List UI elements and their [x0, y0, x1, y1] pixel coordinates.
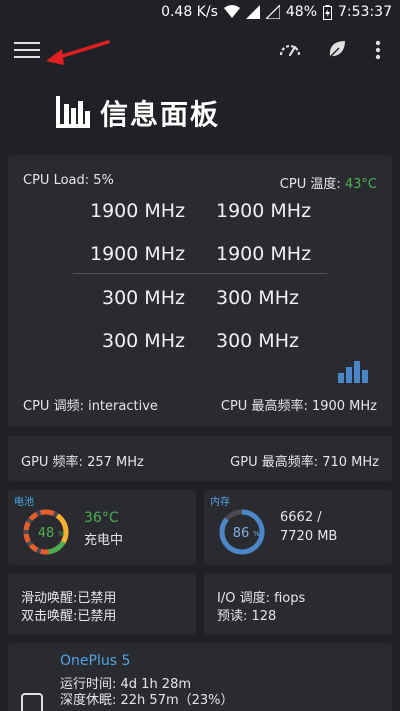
device-name: OnePlus 5 — [60, 653, 131, 669]
memory-used: 6662 / — [280, 510, 322, 525]
device-card[interactable]: OnePlus 5 运行时间: 4d 1h 28m 深度休眠: 22h 57m（… — [8, 643, 392, 711]
battery-percent: 48% — [285, 4, 318, 20]
memory-total: 7720 MB — [280, 529, 338, 544]
cpu-temperature-value: 43°C — [344, 177, 377, 192]
svg-text:%: % — [58, 530, 65, 538]
battery-ring: 48 % — [23, 509, 69, 555]
core-freq: 300 MHz — [216, 287, 299, 309]
battery-card[interactable]: 电池 48 % 36°C 充电中 — [8, 490, 196, 565]
core-freq: 300 MHz — [102, 287, 185, 309]
status-bar: 0.48 K/s 48% 7:53:37 — [0, 0, 400, 24]
gpu-max-frequency: GPU 最高频率: 710 MHz — [230, 455, 379, 470]
battery-temperature: 36°C — [84, 510, 119, 526]
wifi-icon — [223, 5, 240, 19]
io-scheduler: I/O 调度: fiops — [217, 591, 306, 606]
battery-percent-text: 48 — [38, 526, 55, 541]
core-freq: 300 MHz — [102, 330, 185, 352]
core-freq: 1900 MHz — [90, 243, 186, 265]
bar-chart-icon[interactable] — [338, 361, 370, 383]
phone-icon — [21, 693, 43, 711]
battery-charging-icon — [323, 4, 333, 20]
more-vert-icon[interactable] — [368, 38, 388, 62]
signal2-icon — [265, 5, 280, 19]
cpu-max-frequency: CPU 最高频率: 1900 MHz — [220, 399, 377, 414]
speedometer-icon[interactable] — [278, 38, 302, 62]
signal-icon — [245, 5, 260, 19]
core-freq: 1900 MHz — [216, 200, 312, 222]
gpu-frequency: GPU 频率: 257 MHz — [21, 455, 144, 470]
core-freq: 1900 MHz — [90, 200, 186, 222]
page-header: 信息面板 — [0, 80, 400, 148]
core-freq: 300 MHz — [216, 330, 299, 352]
memory-percent-text: 86 — [233, 526, 250, 541]
memory-ring: 86 % — [219, 509, 265, 555]
menu-icon[interactable] — [14, 39, 40, 65]
core-freq: 1900 MHz — [216, 243, 312, 265]
leaf-icon[interactable] — [325, 38, 349, 62]
clock: 7:53:37 — [338, 4, 392, 20]
network-speed: 0.48 K/s — [161, 4, 218, 20]
bar-chart-logo-icon — [56, 96, 90, 128]
cpu-card[interactable]: CPU Load: 5% CPU 温度: 43°C 1900 MHz 1900 … — [8, 155, 392, 427]
annotation-arrow-icon — [46, 40, 110, 65]
battery-label: 电池 — [14, 497, 34, 508]
app-bar — [0, 24, 400, 80]
cpu-temperature: CPU 温度: 43°C — [279, 177, 377, 192]
cpu-governor: CPU 调频: interactive — [23, 399, 158, 414]
device-deep-sleep: 深度休眠: 22h 57m（23%） — [60, 693, 234, 708]
memory-label: 内存 — [210, 497, 230, 508]
svg-text:%: % — [253, 530, 260, 538]
gpu-card[interactable]: GPU 频率: 257 MHz GPU 最高频率: 710 MHz — [8, 436, 392, 481]
double-tap-to-wake: 双击唤醒:已禁用 — [21, 609, 117, 624]
io-card[interactable]: I/O 调度: fiops 预读: 128 — [204, 573, 392, 635]
cpu-load: CPU Load: 5% — [23, 173, 114, 188]
read-ahead: 预读: 128 — [217, 609, 277, 624]
page-title: 信息面板 — [100, 98, 221, 131]
wake-card[interactable]: 滑动唤醒:已禁用 双击唤醒:已禁用 — [8, 573, 196, 635]
battery-status: 充电中 — [84, 533, 124, 548]
swipe-to-wake: 滑动唤醒:已禁用 — [21, 591, 117, 606]
divider — [73, 273, 327, 274]
memory-card[interactable]: 内存 86 % 6662 / 7720 MB — [204, 490, 392, 565]
